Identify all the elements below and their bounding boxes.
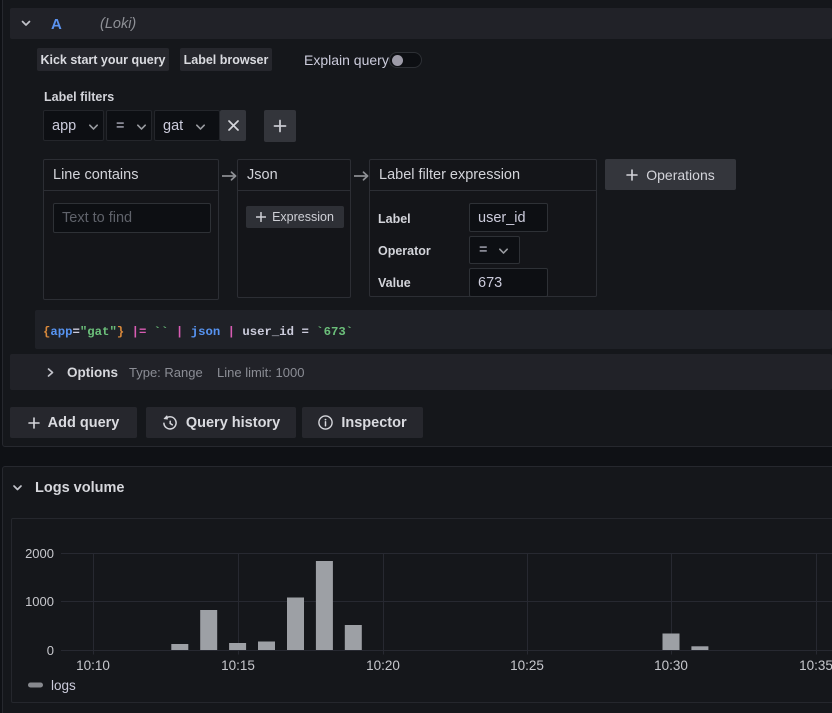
svg-text:10:20: 10:20 [366, 658, 400, 673]
svg-text:10:30: 10:30 [654, 658, 688, 673]
svg-text:logs: logs [51, 678, 76, 693]
svg-text:10:25: 10:25 [510, 658, 544, 673]
svg-text:10:15: 10:15 [221, 658, 255, 673]
svg-text:0: 0 [47, 643, 54, 658]
svg-text:10:35: 10:35 [799, 658, 832, 673]
svg-text:2000: 2000 [25, 546, 54, 561]
svg-text:10:10: 10:10 [76, 658, 110, 673]
svg-text:1000: 1000 [25, 594, 54, 609]
